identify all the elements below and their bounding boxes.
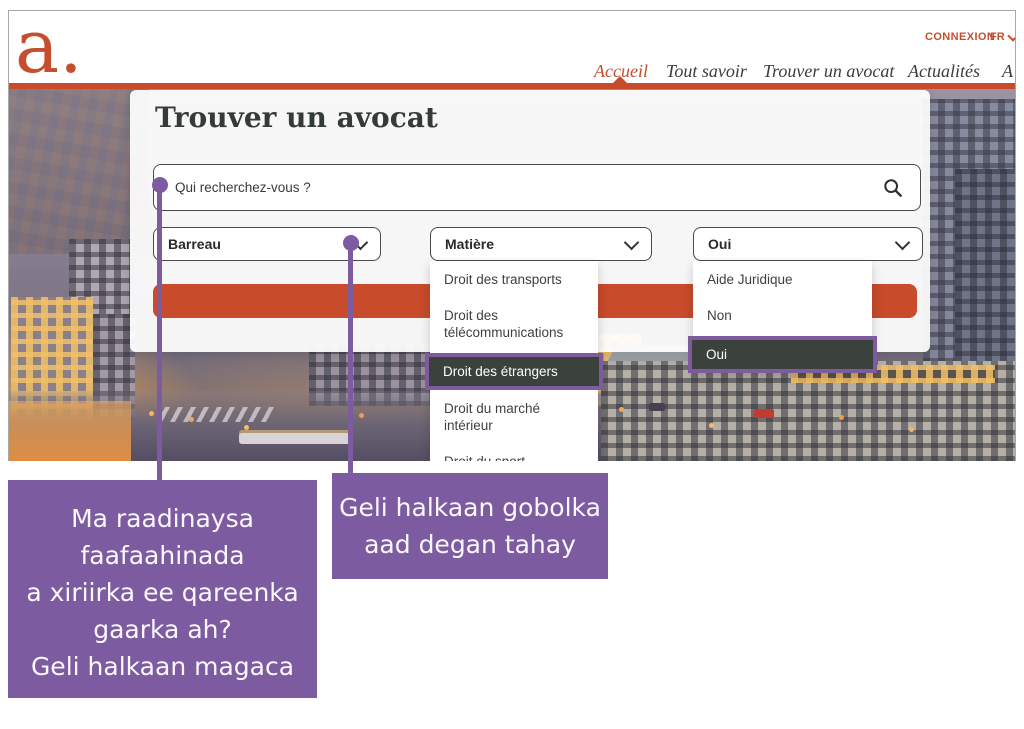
search-annotation-callout: Ma raadinaysa faafaahinada a xiriirka ee… <box>8 480 317 698</box>
city-car-shape <box>754 409 774 418</box>
city-car-shape <box>649 403 665 411</box>
callout-line: a xiriirka ee qareenka <box>8 574 317 611</box>
dropdown-option[interactable]: Aide Juridique <box>693 261 872 297</box>
chevron-down-icon <box>624 234 640 250</box>
annotation-dot-search <box>152 177 168 193</box>
callout-line: aad degan tahay <box>332 526 608 563</box>
barreau-annotation-callout: Geli halkaan gobolka aad degan tahay <box>332 473 608 579</box>
language-label: FR <box>990 31 1005 43</box>
callout-line: Ma raadinaysa <box>8 500 317 537</box>
search-icon[interactable] <box>882 177 904 199</box>
matiere-dropdown-list: Droit des transports Droit des télécommu… <box>430 261 598 461</box>
dropdown-option[interactable]: Droit du marché intérieur <box>430 390 598 443</box>
aide-juridique-select-label: Oui <box>708 236 731 252</box>
chevron-down-icon <box>895 234 911 250</box>
dropdown-option[interactable]: Droit du sport <box>430 443 598 461</box>
dropdown-option[interactable]: Droit des transports <box>430 261 598 297</box>
callout-line: gaarka ah? <box>8 611 317 648</box>
city-rooftops-shape <box>9 89 149 254</box>
callout-line: Geli halkaan magaca <box>8 648 317 685</box>
connexion-link[interactable]: CONNEXION <box>925 31 995 43</box>
callout-line: faafaahinada <box>8 537 317 574</box>
annotation-line-search <box>157 186 162 481</box>
city-streetlights-shape <box>149 411 154 416</box>
nav-item-a-propos[interactable]: A p <box>1002 61 1016 82</box>
dropdown-option[interactable]: Non <box>693 297 872 333</box>
page-title: Trouver un avocat <box>155 101 438 134</box>
dropdown-option-highlighted[interactable]: Droit des étrangers <box>425 353 603 390</box>
city-bus-shape <box>239 433 351 444</box>
chevron-down-icon <box>1007 30 1016 41</box>
callout-line: Geli halkaan gobolka <box>332 489 608 526</box>
annotation-dot-barreau <box>343 235 359 251</box>
matiere-select-label: Matière <box>445 236 494 252</box>
matiere-select[interactable]: Matière <box>430 227 652 261</box>
aide-juridique-select[interactable]: Oui <box>693 227 923 261</box>
language-switcher[interactable]: FR <box>990 31 1016 43</box>
dropdown-option-highlighted[interactable]: Oui <box>688 336 877 373</box>
nav-item-trouver-un-avocat[interactable]: Trouver un avocat <box>763 61 894 82</box>
screenshot-canvas: a. CONNEXION FR Accueil Tout savoir Trou… <box>0 0 1024 729</box>
city-building-shape <box>955 169 1015 369</box>
search-input[interactable] <box>154 165 920 210</box>
city-crosswalk-shape <box>157 407 277 422</box>
annotation-line-barreau <box>348 243 353 474</box>
aide-juridique-dropdown-list: Aide Juridique Non Oui <box>693 261 872 373</box>
active-nav-pointer-icon <box>612 76 628 84</box>
site-header: a. CONNEXION FR Accueil Tout savoir Trou… <box>9 11 1015 83</box>
search-box <box>153 164 921 211</box>
dropdown-option[interactable]: Droit des télécommunications <box>430 297 598 350</box>
nav-item-actualites[interactable]: Actualités <box>908 61 980 82</box>
barreau-select-label: Barreau <box>168 236 221 252</box>
nav-item-tout-savoir[interactable]: Tout savoir <box>666 61 747 82</box>
city-shop-lights-shape <box>9 401 131 461</box>
site-logo[interactable]: a. <box>15 10 83 89</box>
